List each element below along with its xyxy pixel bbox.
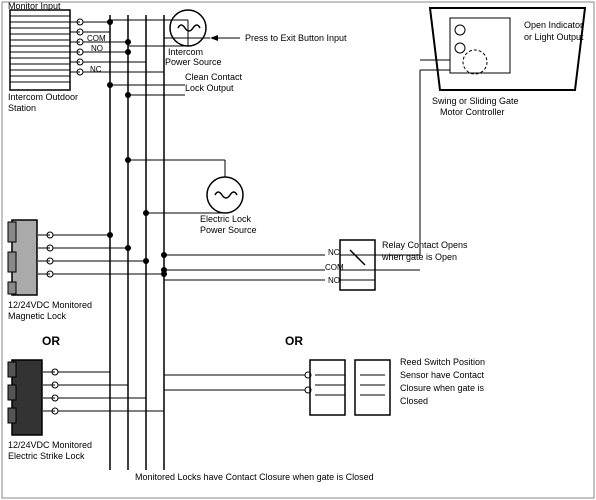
svg-text:12/24VDC Monitored: 12/24VDC Monitored — [8, 300, 92, 310]
svg-text:Electric Strike Lock: Electric Strike Lock — [8, 451, 85, 461]
svg-text:Relay Contact Opens: Relay Contact Opens — [382, 240, 468, 250]
svg-text:Clean Contact: Clean Contact — [185, 72, 243, 82]
svg-text:COM: COM — [87, 34, 106, 43]
svg-text:Closed: Closed — [400, 396, 428, 406]
svg-text:or Light Output: or Light Output — [524, 32, 584, 42]
svg-text:Power Source: Power Source — [200, 225, 257, 235]
svg-text:Sensor have Contact: Sensor have Contact — [400, 370, 485, 380]
svg-text:Open Indicator: Open Indicator — [524, 20, 583, 30]
svg-text:Press to Exit Button Input: Press to Exit Button Input — [245, 33, 347, 43]
svg-text:Monitored Locks have Contact C: Monitored Locks have Contact Closure whe… — [135, 472, 374, 482]
svg-text:Monitor Input: Monitor Input — [8, 1, 61, 11]
svg-text:Motor Controller: Motor Controller — [440, 107, 505, 117]
svg-text:OR: OR — [285, 334, 303, 348]
svg-text:Station: Station — [8, 103, 36, 113]
svg-text:Swing or Sliding Gate: Swing or Sliding Gate — [432, 96, 519, 106]
svg-text:OR: OR — [42, 334, 60, 348]
svg-text:Power Source: Power Source — [165, 57, 222, 67]
svg-text:Electric Lock: Electric Lock — [200, 214, 252, 224]
svg-text:Intercom: Intercom — [168, 47, 203, 57]
svg-text:NO: NO — [91, 44, 103, 53]
svg-text:COM: COM — [325, 263, 344, 272]
svg-text:when gate is Open: when gate is Open — [381, 252, 457, 262]
svg-text:Lock Output: Lock Output — [185, 83, 234, 93]
wiring-diagram: Monitor Input Intercom Outdoor Station I… — [0, 0, 596, 500]
svg-text:NC: NC — [328, 248, 340, 257]
svg-text:12/24VDC Monitored: 12/24VDC Monitored — [8, 440, 92, 450]
svg-text:Intercom Outdoor: Intercom Outdoor — [8, 92, 78, 102]
svg-text:Closure when gate is: Closure when gate is — [400, 383, 485, 393]
svg-text:NC: NC — [90, 65, 102, 74]
svg-text:NO: NO — [328, 276, 340, 285]
svg-text:Magnetic Lock: Magnetic Lock — [8, 311, 67, 321]
svg-text:Reed Switch Position: Reed Switch Position — [400, 357, 485, 367]
